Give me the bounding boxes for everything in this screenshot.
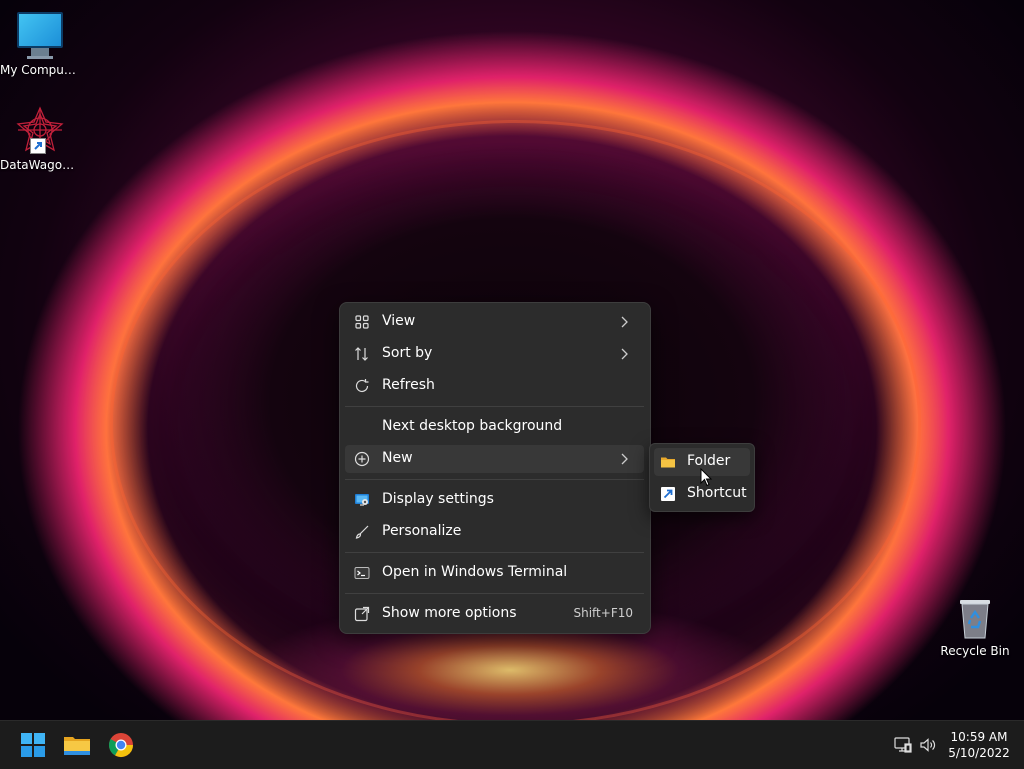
desktop-icon-recycle-bin[interactable]: Recycle Bin — [935, 596, 1015, 658]
chevron-right-icon — [616, 451, 632, 467]
refresh-icon — [354, 378, 370, 394]
menu-item-label: Next desktop background — [382, 418, 563, 434]
menu-item-refresh[interactable]: Refresh — [345, 372, 644, 400]
network-icon[interactable] — [893, 735, 913, 755]
add-circle-icon — [354, 451, 370, 467]
desktop-icon-label: My Computer — [0, 63, 80, 77]
start-button[interactable] — [17, 729, 49, 761]
folder-icon — [660, 454, 676, 470]
menu-item-display-settings[interactable]: Display settings — [345, 486, 644, 514]
computer-icon — [0, 12, 80, 59]
grid-view-icon — [354, 314, 370, 330]
menu-item-show-more-options[interactable]: Show more options Shift+F10 — [345, 600, 644, 628]
desktop-icon-my-computer[interactable]: My Computer — [0, 8, 80, 77]
desktop-icon-label: Recycle Bin — [940, 644, 1010, 658]
menu-separator — [345, 593, 644, 594]
file-explorer-icon — [61, 737, 93, 765]
windows-logo-icon — [17, 733, 49, 765]
menu-item-label: Sort by — [382, 345, 433, 361]
desktop-icon-datawagon[interactable]: DataWagon... — [0, 106, 80, 172]
menu-item-label: View — [382, 313, 416, 329]
menu-separator — [345, 479, 644, 480]
clock-date: 5/10/2022 — [948, 746, 1010, 760]
submenu-item-label: Shortcut — [687, 485, 747, 501]
menu-item-sort-by[interactable]: Sort by — [345, 340, 644, 368]
chevron-right-icon — [616, 346, 632, 362]
display-settings-icon — [354, 492, 370, 508]
recycle-bin-icon — [957, 596, 993, 640]
menu-item-new[interactable]: New — [345, 445, 644, 473]
shortcut-icon — [660, 486, 676, 502]
mouse-pointer-icon — [700, 467, 714, 488]
taskbar-clock[interactable]: 10:59 AM 5/10/2022 — [946, 729, 1012, 761]
menu-item-personalize[interactable]: Personalize — [345, 518, 644, 546]
shortcut-arrow-icon — [30, 138, 46, 154]
file-explorer-button[interactable] — [61, 729, 93, 761]
brush-icon — [354, 524, 370, 540]
menu-item-view[interactable]: View — [345, 308, 644, 336]
sort-icon — [354, 346, 370, 362]
menu-item-label: Refresh — [382, 377, 435, 393]
chevron-right-icon — [616, 314, 632, 330]
volume-icon[interactable] — [918, 735, 938, 755]
keyboard-shortcut-hint: Shift+F10 — [573, 606, 633, 620]
terminal-icon — [354, 565, 370, 581]
menu-item-label: Open in Windows Terminal — [382, 564, 568, 580]
menu-item-label: Show more options — [382, 605, 517, 621]
menu-item-open-terminal[interactable]: Open in Windows Terminal — [345, 559, 644, 587]
menu-item-label: New — [382, 450, 413, 466]
menu-item-label: Personalize — [382, 523, 462, 539]
datawagon-app-icon — [16, 106, 64, 154]
desktop-icon-label: DataWagon... — [0, 158, 80, 172]
chrome-icon — [105, 733, 137, 765]
menu-separator — [345, 406, 644, 407]
menu-item-next-background[interactable]: Next desktop background — [345, 413, 644, 441]
chrome-button[interactable] — [105, 729, 137, 761]
submenu-item-label: Folder — [687, 453, 731, 469]
menu-separator — [345, 552, 644, 553]
menu-item-label: Display settings — [382, 491, 494, 507]
open-external-icon — [354, 606, 370, 622]
desktop-context-menu: View Sort by Refresh Next desktop backgr… — [339, 302, 651, 634]
clock-time: 10:59 AM — [950, 730, 1008, 744]
taskbar: 10:59 AM 5/10/2022 — [0, 720, 1024, 769]
